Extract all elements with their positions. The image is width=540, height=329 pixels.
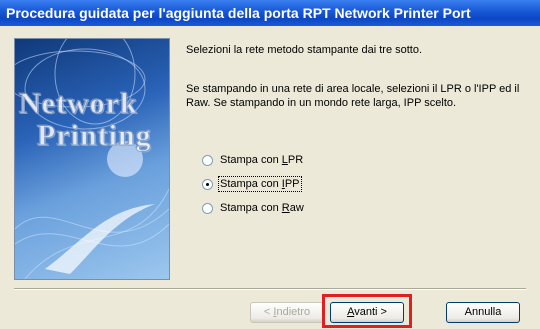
- back-button[interactable]: < Indietro: [250, 302, 324, 323]
- option-lpr[interactable]: Stampa con LPR: [202, 152, 303, 168]
- option-ipp[interactable]: Stampa con IPP: [202, 176, 302, 192]
- banner-text-network: Network: [19, 87, 138, 121]
- option-raw-label: Stampa con Raw: [220, 202, 304, 214]
- radio-ipp[interactable]: [202, 178, 213, 190]
- radio-raw[interactable]: [202, 202, 213, 214]
- option-lpr-label: Stampa con LPR: [220, 154, 304, 166]
- cancel-button[interactable]: Annulla: [446, 302, 520, 323]
- intro-text: Selezioni la rete metodo stampante dai t…: [186, 44, 423, 56]
- window-title: Procedura guidata per l'aggiunta della p…: [6, 5, 471, 21]
- radio-lpr[interactable]: [202, 154, 213, 166]
- next-button-highlight: [322, 294, 412, 328]
- instructions-text: Se stampando in una rete di area locale,…: [186, 83, 520, 109]
- network-printing-banner: Network Printing: [14, 38, 170, 280]
- button-separator: [14, 288, 526, 290]
- option-ipp-label: Stampa con IPP: [218, 176, 302, 192]
- title-bar: Procedura guidata per l'aggiunta della p…: [0, 0, 540, 26]
- banner-graphic: [15, 39, 169, 279]
- banner-text-printing: Printing: [37, 119, 152, 153]
- option-raw[interactable]: Stampa con Raw: [202, 200, 304, 216]
